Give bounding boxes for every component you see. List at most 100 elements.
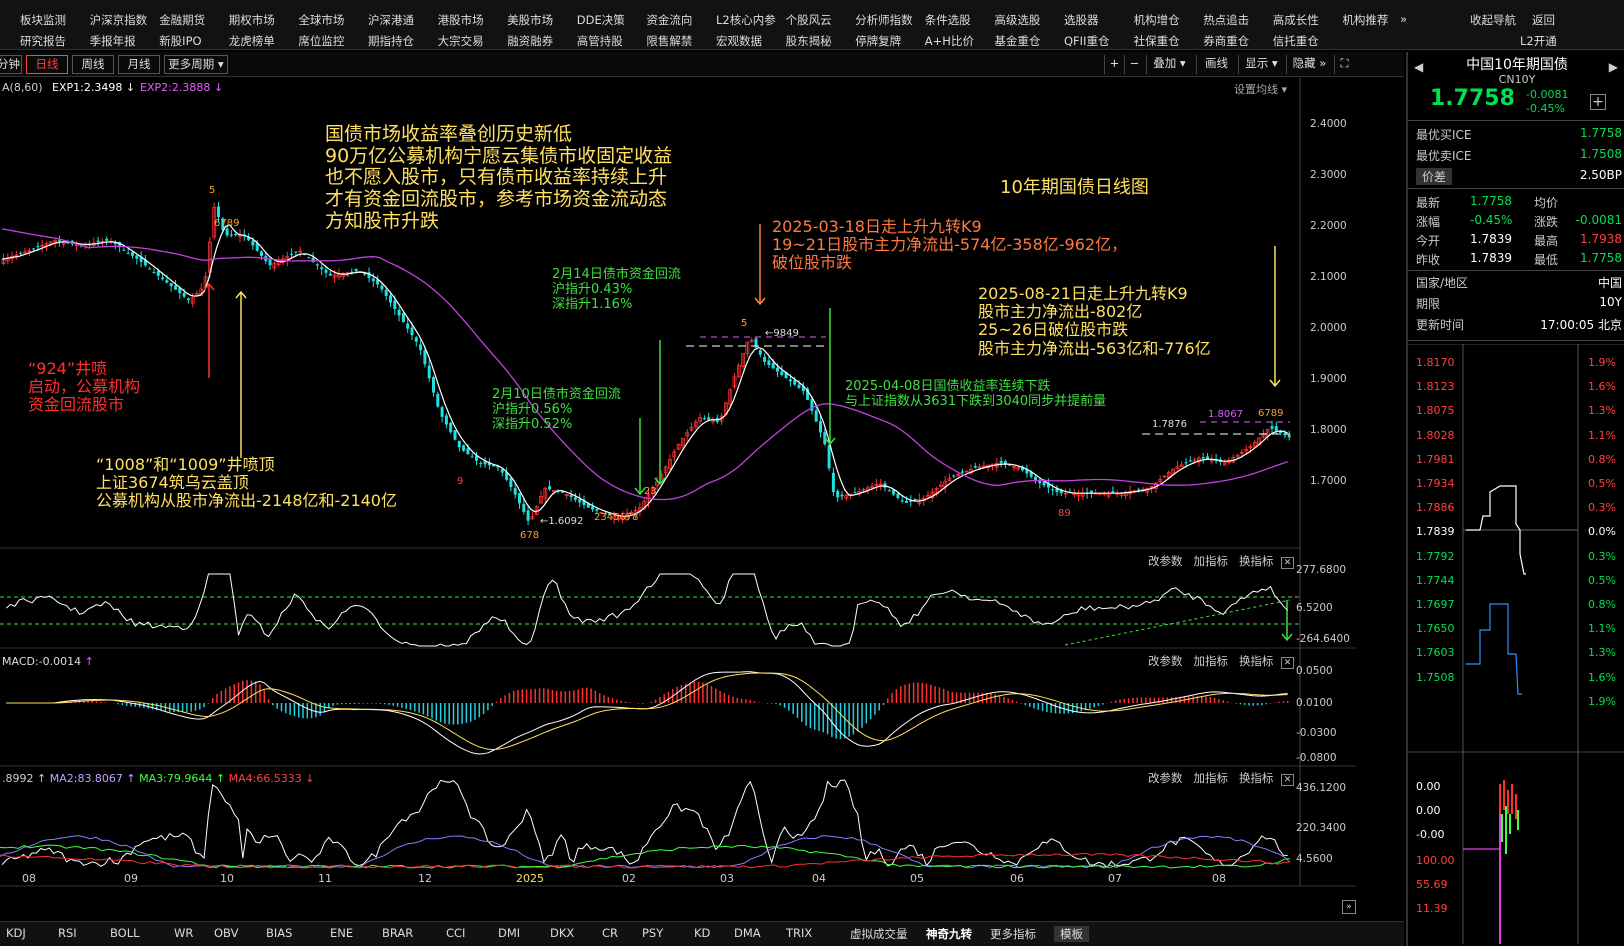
more-periods-dropdown[interactable]: 更多周期 ▾ bbox=[164, 55, 228, 74]
monthly-tab[interactable]: 月线 bbox=[118, 55, 160, 74]
menu-r2-10[interactable]: 宏观数据 bbox=[716, 33, 762, 49]
grid-label-2: 均价 bbox=[1534, 196, 1559, 210]
indicator-tab-17[interactable]: 神奇九转 bbox=[926, 926, 972, 942]
cci-add-indicator[interactable]: 加指标 bbox=[1193, 554, 1228, 568]
cci-close-icon[interactable]: ✕ bbox=[1280, 557, 1295, 569]
info-row: 国家/地区 中国 bbox=[1416, 274, 1622, 296]
display-dropdown[interactable]: 显示 ▾ bbox=[1238, 55, 1284, 74]
nine-turn-678: 678 bbox=[520, 530, 540, 541]
cci-swap-indicator[interactable]: 换指标 bbox=[1239, 554, 1274, 568]
menu-r1-19[interactable]: 机构推荐 bbox=[1342, 12, 1388, 28]
menu-r1-5[interactable]: 沪深港通 bbox=[368, 12, 414, 28]
indicator-tab-4[interactable]: OBV bbox=[214, 926, 238, 940]
indicator-tab-0[interactable]: KDJ bbox=[6, 926, 26, 940]
indicator-tab-10[interactable]: DKX bbox=[550, 926, 574, 940]
menu-r2-9[interactable]: 限售解禁 bbox=[646, 33, 692, 49]
menu-more-icon[interactable]: » bbox=[1400, 12, 1407, 26]
ma-swap-indicator[interactable]: 换指标 bbox=[1239, 771, 1274, 785]
indicator-tab-1[interactable]: RSI bbox=[58, 926, 77, 940]
indicator-tab-15[interactable]: TRIX bbox=[786, 926, 812, 940]
menu-r1-2[interactable]: 金融期货 bbox=[159, 12, 205, 28]
macd-swap-indicator[interactable]: 换指标 bbox=[1239, 654, 1274, 668]
chart-title: 10年期国债日线图 bbox=[1000, 177, 1149, 198]
ma-add-indicator[interactable]: 加指标 bbox=[1193, 771, 1228, 785]
indicator-tab-11[interactable]: CR bbox=[602, 926, 618, 940]
menu-r2-13[interactable]: A+H比价 bbox=[925, 33, 974, 49]
menu-r2-11[interactable]: 股东揭秘 bbox=[786, 33, 832, 49]
menu-r1-7[interactable]: 美股市场 bbox=[507, 12, 553, 28]
macd-change-params[interactable]: 改参数 bbox=[1148, 654, 1183, 668]
menu-r2-4[interactable]: 席位监控 bbox=[298, 33, 344, 49]
zoom-out-button[interactable]: − bbox=[1124, 55, 1144, 74]
ma-change-params[interactable]: 改参数 bbox=[1148, 771, 1183, 785]
candle-body bbox=[836, 490, 840, 498]
overlay-dropdown[interactable]: 叠加 ▾ bbox=[1146, 55, 1192, 74]
menu-r1-16[interactable]: 机构增仓 bbox=[1134, 12, 1180, 28]
menu-r1-1[interactable]: 沪深京指数 bbox=[90, 12, 148, 28]
indicator-tab-19[interactable]: 模板 bbox=[1054, 926, 1089, 942]
menu-r2-5[interactable]: 期指持仓 bbox=[368, 33, 414, 49]
indicator-tab-14[interactable]: DMA bbox=[734, 926, 761, 940]
fullscreen-icon[interactable]: ⛶ bbox=[1334, 55, 1354, 74]
menu-r1-6[interactable]: 港股市场 bbox=[438, 12, 484, 28]
price-change-pct: -0.45% bbox=[1526, 102, 1565, 115]
menu-r2-0[interactable]: 研究报告 bbox=[20, 33, 66, 49]
l2-open-button[interactable]: L2开通 bbox=[1520, 33, 1557, 49]
minute-tab[interactable]: 分钟 bbox=[0, 55, 22, 74]
menu-r1-14[interactable]: 高级选股 bbox=[994, 12, 1040, 28]
menu-r2-18[interactable]: 信托重仓 bbox=[1273, 33, 1319, 49]
indicator-tab-18[interactable]: 更多指标 bbox=[990, 926, 1036, 942]
menu-r1-17[interactable]: 热点追击 bbox=[1203, 12, 1249, 28]
add-watchlist-icon[interactable]: + bbox=[1590, 94, 1606, 110]
collapse-nav-button[interactable]: 收起导航 bbox=[1470, 12, 1516, 28]
ma-close-icon[interactable]: ✕ bbox=[1280, 774, 1295, 786]
indicator-tab-3[interactable]: WR bbox=[174, 926, 193, 940]
menu-r2-6[interactable]: 大宗交易 bbox=[438, 33, 484, 49]
indicator-tab-12[interactable]: PSY bbox=[642, 926, 663, 940]
menu-r1-4[interactable]: 全球市场 bbox=[298, 12, 344, 28]
grid-label-1: 今开 bbox=[1416, 234, 1441, 248]
macd-close-icon[interactable]: ✕ bbox=[1280, 657, 1295, 669]
hide-button[interactable]: 隐藏 » bbox=[1286, 55, 1332, 74]
menu-r1-3[interactable]: 期权市场 bbox=[229, 12, 275, 28]
menu-r2-14[interactable]: 基金重仓 bbox=[994, 33, 1040, 49]
menu-r1-10[interactable]: L2核心内参 bbox=[716, 12, 776, 28]
menu-r2-8[interactable]: 高管持股 bbox=[577, 33, 623, 49]
indicator-tab-8[interactable]: CCI bbox=[446, 926, 465, 940]
date-tick: 03 bbox=[720, 872, 734, 885]
menu-r2-2[interactable]: 新股IPO bbox=[159, 33, 201, 49]
indicator-tab-2[interactable]: BOLL bbox=[110, 926, 140, 940]
menu-r2-16[interactable]: 社保重仓 bbox=[1134, 33, 1180, 49]
scroll-right-icon[interactable]: » bbox=[1342, 900, 1356, 914]
draw-line-button[interactable]: 画线 bbox=[1196, 55, 1236, 74]
daily-tab[interactable]: 日线 bbox=[26, 55, 68, 74]
menu-r1-8[interactable]: DDE决策 bbox=[577, 12, 625, 28]
candle-body bbox=[776, 367, 779, 372]
menu-r2-3[interactable]: 龙虎榜单 bbox=[229, 33, 275, 49]
zoom-in-button[interactable]: + bbox=[1104, 55, 1124, 74]
indicator-tab-5[interactable]: BIAS bbox=[266, 926, 292, 940]
indicator-tab-16[interactable]: 虚拟成交量 bbox=[850, 926, 908, 942]
menu-r1-11[interactable]: 个股风云 bbox=[786, 12, 832, 28]
macd-add-indicator[interactable]: 加指标 bbox=[1193, 654, 1228, 668]
menu-r1-12[interactable]: 分析师指数 bbox=[855, 12, 913, 28]
menu-r1-18[interactable]: 高成长性 bbox=[1273, 12, 1319, 28]
menu-r1-15[interactable]: 选股器 bbox=[1064, 12, 1099, 28]
menu-r1-13[interactable]: 条件选股 bbox=[925, 12, 971, 28]
indicator-tab-13[interactable]: KD bbox=[694, 926, 710, 940]
menu-r2-12[interactable]: 停牌复牌 bbox=[855, 33, 901, 49]
menu-r1-0[interactable]: 板块监测 bbox=[20, 12, 66, 28]
menu-r1-9[interactable]: 资金流向 bbox=[646, 12, 692, 28]
info-row: 期限 10Y bbox=[1416, 295, 1622, 317]
weekly-tab[interactable]: 周线 bbox=[72, 55, 114, 74]
menu-r2-15[interactable]: QFII重仓 bbox=[1064, 33, 1109, 49]
indicator-tab-6[interactable]: ENE bbox=[330, 926, 353, 940]
candle-body bbox=[414, 337, 418, 342]
indicator-tab-9[interactable]: DMI bbox=[498, 926, 520, 940]
indicator-tab-7[interactable]: BRAR bbox=[382, 926, 413, 940]
back-button[interactable]: 返回 bbox=[1532, 12, 1555, 28]
menu-r2-1[interactable]: 季报年报 bbox=[90, 33, 136, 49]
menu-r2-17[interactable]: 券商重仓 bbox=[1203, 33, 1249, 49]
cci-change-params[interactable]: 改参数 bbox=[1148, 554, 1183, 568]
menu-r2-7[interactable]: 融资融券 bbox=[507, 33, 553, 49]
